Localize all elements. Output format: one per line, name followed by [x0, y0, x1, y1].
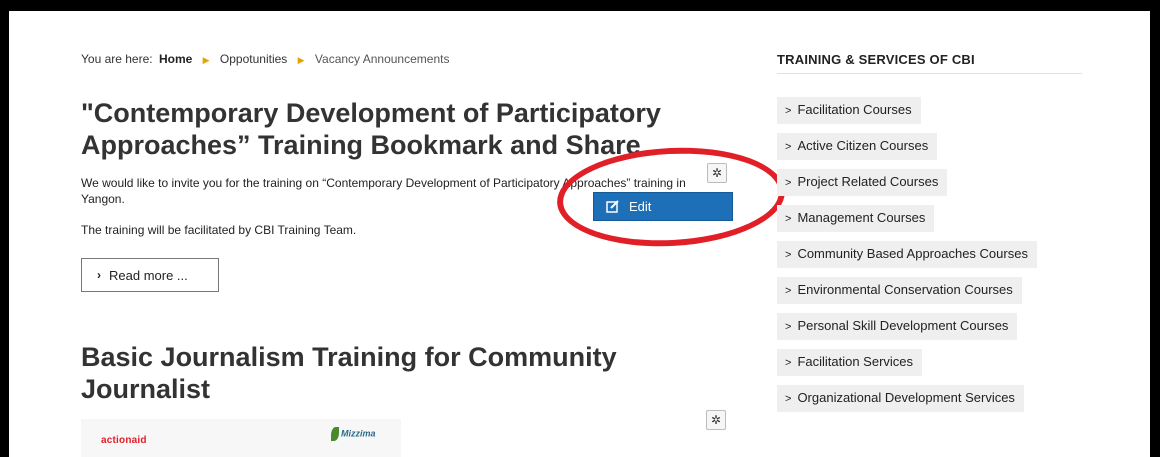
- chevron-right-icon: >: [785, 105, 792, 117]
- sidebar-item-label: Community Based Approaches Courses: [797, 246, 1028, 261]
- chevron-right-icon: >: [785, 321, 792, 333]
- sidebar-item-label: Facilitation Courses: [797, 102, 912, 117]
- chevron-right-icon: >: [785, 249, 792, 261]
- sidebar-divider: [777, 73, 1082, 74]
- breadcrumb-prefix: You are here:: [81, 52, 153, 66]
- gear-icon: ✲: [710, 413, 722, 427]
- chevron-right-icon: >: [785, 285, 792, 297]
- actionaid-logo: actionaid: [101, 435, 147, 446]
- sidebar-item-organizational-development[interactable]: > Organizational Development Services: [777, 385, 1024, 412]
- sidebar-item-community-based-approaches[interactable]: > Community Based Approaches Courses: [777, 241, 1037, 268]
- mizzima-logo: Mizzima: [331, 427, 376, 441]
- breadcrumb-opportunities-link[interactable]: Oppotunities: [220, 52, 287, 66]
- chevron-right-icon: >: [785, 357, 792, 369]
- sidebar-item-label: Organizational Development Services: [797, 390, 1015, 405]
- mizzima-logo-text: Mizzima: [341, 428, 376, 439]
- sidebar-item-personal-skill-development[interactable]: > Personal Skill Development Courses: [777, 313, 1018, 340]
- sidebar-item-active-citizen-courses[interactable]: > Active Citizen Courses: [777, 133, 938, 160]
- breadcrumb-separator-icon: ▶: [297, 55, 305, 65]
- article-title-participatory[interactable]: "Contemporary Development of Participato…: [81, 97, 701, 161]
- read-more-button[interactable]: › Read more ...: [81, 258, 219, 292]
- sidebar-item-label: Environmental Conservation Courses: [797, 282, 1013, 297]
- sidebar-item-management-courses[interactable]: > Management Courses: [777, 205, 935, 232]
- screenshot-frame: You are here: Home ▶ Oppotunities ▶ Vaca…: [0, 0, 1160, 457]
- sidebar-item-label: Facilitation Services: [797, 354, 914, 369]
- chevron-right-icon: >: [785, 141, 792, 153]
- sidebar-item-facilitation-services[interactable]: > Facilitation Services: [777, 349, 923, 376]
- breadcrumb-home-link[interactable]: Home: [159, 52, 192, 66]
- edit-label: Edit: [629, 199, 652, 214]
- chevron-right-icon: >: [785, 213, 792, 225]
- gear-icon: ✲: [711, 166, 723, 180]
- edit-icon: [606, 200, 619, 213]
- sidebar-item-project-related-courses[interactable]: > Project Related Courses: [777, 169, 948, 196]
- edit-menu-item[interactable]: Edit: [593, 192, 733, 221]
- breadcrumb: You are here: Home ▶ Oppotunities ▶ Vaca…: [81, 52, 449, 66]
- article-image: actionaid Mizzima: [81, 419, 401, 457]
- article-title-journalism[interactable]: Basic Journalism Training for Community …: [81, 341, 701, 405]
- article2-options-gear-button[interactable]: ✲: [706, 410, 726, 430]
- sidebar-item-label: Personal Skill Development Courses: [797, 318, 1009, 333]
- sidebar-item-facilitation-courses[interactable]: > Facilitation Courses: [777, 97, 921, 124]
- article-facilitator: The training will be facilitated by CBI …: [81, 223, 357, 237]
- breadcrumb-current: Vacancy Announcements: [314, 52, 450, 66]
- breadcrumb-separator-icon: ▶: [202, 55, 210, 65]
- sidebar-title: TRAINING & SERVICES OF CBI: [777, 52, 975, 67]
- sidebar-item-label: Active Citizen Courses: [797, 138, 929, 153]
- read-more-label: Read more ...: [109, 267, 188, 283]
- sidebar-item-environmental-conservation[interactable]: > Environmental Conservation Courses: [777, 277, 1022, 304]
- leaf-icon: [331, 427, 339, 441]
- page-content: You are here: Home ▶ Oppotunities ▶ Vaca…: [9, 11, 1150, 457]
- chevron-right-icon: >: [785, 177, 792, 189]
- chevron-right-icon: ›: [97, 268, 101, 282]
- chevron-right-icon: >: [785, 393, 792, 405]
- sidebar-item-label: Management Courses: [797, 210, 926, 225]
- article-options-gear-button[interactable]: ✲: [707, 163, 727, 183]
- sidebar-item-label: Project Related Courses: [797, 174, 939, 189]
- sidebar-menu: > Facilitation Courses > Active Citizen Co…: [777, 97, 1037, 421]
